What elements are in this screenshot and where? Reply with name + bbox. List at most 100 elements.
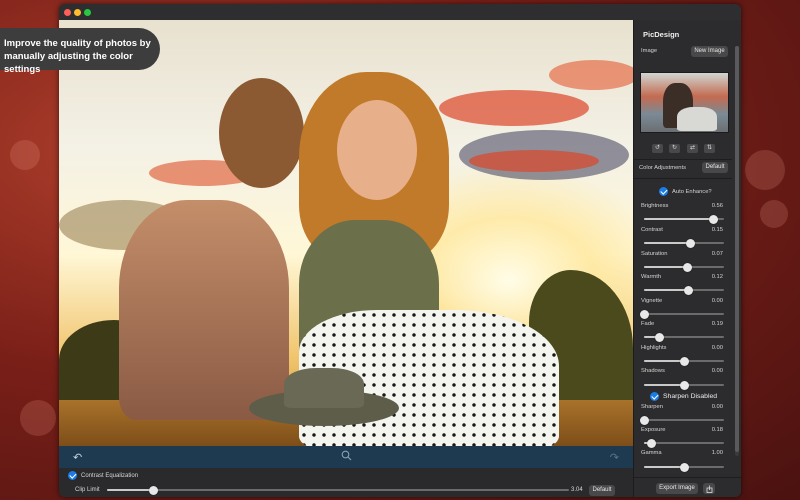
share-icon[interactable] xyxy=(703,483,715,494)
close-window-button[interactable] xyxy=(64,9,71,16)
slider-value: 0.00 xyxy=(711,404,723,410)
feature-caption: Improve the quality of photos by manuall… xyxy=(0,28,160,75)
slider-fill xyxy=(644,218,714,220)
slider-knob[interactable] xyxy=(679,462,689,472)
photo-cloud xyxy=(549,60,633,90)
section-divider xyxy=(634,477,741,478)
bottom-controls: Contrast Equalization Clip Limit 3.04 De… xyxy=(59,468,633,497)
contrast-equalization-label: Contrast Equalization xyxy=(81,473,139,479)
slider-fill xyxy=(644,360,684,362)
sidebar-scrollbar[interactable] xyxy=(735,46,739,456)
slider-knob[interactable] xyxy=(654,332,664,342)
background-bokeh xyxy=(745,150,785,190)
slider-fill xyxy=(644,266,688,268)
undo-arrow-icon[interactable]: ↶ xyxy=(73,451,82,464)
slider-label: Sharpen xyxy=(641,404,663,410)
slider-label: Brightness xyxy=(641,203,669,209)
rotate-right-icon[interactable]: ↻ xyxy=(669,144,680,153)
section-divider xyxy=(634,178,732,179)
slider-knob[interactable] xyxy=(646,438,656,448)
saturation-slider[interactable] xyxy=(644,262,724,272)
auto-enhance-checkbox[interactable] xyxy=(659,187,668,196)
minimize-window-button[interactable] xyxy=(74,9,81,16)
color-adjustments-default-button[interactable]: Default xyxy=(702,162,728,173)
slider-value: 0.18 xyxy=(711,427,723,433)
fade-slider[interactable] xyxy=(644,332,724,342)
gamma-slider[interactable] xyxy=(644,462,724,472)
slider-knob[interactable] xyxy=(148,485,158,495)
exposure-slider[interactable] xyxy=(644,438,724,448)
slider-label: Vignette xyxy=(641,298,663,304)
magnifier-icon[interactable] xyxy=(341,448,352,466)
slider-knob[interactable] xyxy=(639,309,649,319)
slider-fill xyxy=(644,384,684,386)
slider-label: Shadows xyxy=(641,368,665,374)
slider-value: 0.56 xyxy=(711,203,723,209)
slider-fill xyxy=(644,242,691,244)
slider-value: 0.07 xyxy=(711,251,723,257)
sharpen-slider[interactable] xyxy=(639,415,724,425)
shadows-slider[interactable] xyxy=(644,380,724,390)
slider-knob[interactable] xyxy=(639,415,649,425)
color-adjustments-label: Color Adjustments xyxy=(639,165,687,171)
slider-fill xyxy=(644,289,689,291)
flip-vertical-icon[interactable]: ⇅ xyxy=(704,144,715,153)
photo-cloud xyxy=(439,90,589,126)
slider-value: 1.00 xyxy=(711,450,723,456)
slider-label: Saturation xyxy=(641,251,668,257)
brightness-slider[interactable] xyxy=(644,214,724,224)
adjustments-sidebar: PicDesign Image New Image ↺ ↻ ⇄ ⇅ Color … xyxy=(633,20,741,497)
clip-limit-value: 3.04 xyxy=(571,487,583,493)
slider-knob[interactable] xyxy=(685,238,695,248)
clip-limit-slider[interactable] xyxy=(107,485,569,495)
slider-label: Warmth xyxy=(641,274,662,280)
contrast-equalization-checkbox[interactable] xyxy=(68,471,77,480)
slider-value: 0.00 xyxy=(711,345,723,351)
slider-label: Contrast xyxy=(641,227,663,233)
background-bokeh xyxy=(10,140,40,170)
slider-knob[interactable] xyxy=(684,285,694,295)
sharpen-disabled-label: Sharpen Disabled xyxy=(663,393,718,400)
slider-label: Fade xyxy=(641,321,655,327)
thumbnail-skirt xyxy=(677,107,717,131)
vignette-slider[interactable] xyxy=(639,309,724,319)
slider-knob[interactable] xyxy=(709,214,719,224)
slider-label: Highlights xyxy=(641,345,667,351)
slider-value: 0.00 xyxy=(711,298,723,304)
photo-canvas[interactable] xyxy=(59,20,633,446)
warmth-slider[interactable] xyxy=(644,285,724,295)
image-section-label: Image xyxy=(641,48,658,54)
sharpen-checkbox[interactable] xyxy=(650,392,659,401)
section-divider xyxy=(634,159,732,160)
slider-fill xyxy=(644,466,684,468)
zoom-window-button[interactable] xyxy=(84,9,91,16)
slider-value: 0.19 xyxy=(711,321,723,327)
app-title: PicDesign xyxy=(643,30,680,39)
slider-value: 0.15 xyxy=(711,227,723,233)
image-thumbnail xyxy=(640,72,729,133)
app-window: ↶ ↷ Contrast Equalization Clip Limit 3.0… xyxy=(59,4,741,497)
export-image-button[interactable]: Export Image xyxy=(656,483,698,494)
clip-limit-default-button[interactable]: Default xyxy=(589,485,615,496)
slider-knob[interactable] xyxy=(682,262,692,272)
flip-horizontal-icon[interactable]: ⇄ xyxy=(687,144,698,153)
photo-man-head xyxy=(219,78,304,188)
slider-value: 0.12 xyxy=(711,274,723,280)
highlights-slider[interactable] xyxy=(644,356,724,366)
slider-knob[interactable] xyxy=(679,356,689,366)
slider-label: Gamma xyxy=(641,450,662,456)
photo-man-body xyxy=(119,200,289,420)
title-bar xyxy=(59,4,741,20)
caption-line-2: manually adjusting the color settings xyxy=(4,51,133,75)
clip-limit-label: Clip Limit xyxy=(75,487,100,493)
auto-enhance-label: Auto Enhance? xyxy=(672,189,712,195)
contrast-slider[interactable] xyxy=(644,238,724,248)
background-bokeh xyxy=(20,400,56,436)
scroll-thumb[interactable] xyxy=(735,46,739,452)
slider-fill xyxy=(107,489,154,491)
new-image-button[interactable]: New Image xyxy=(691,46,728,57)
redo-arrow-icon[interactable]: ↷ xyxy=(610,451,619,464)
caption-line-1: Improve the quality of photos by xyxy=(4,38,151,49)
slider-knob[interactable] xyxy=(679,380,689,390)
rotate-left-icon[interactable]: ↺ xyxy=(652,144,663,153)
